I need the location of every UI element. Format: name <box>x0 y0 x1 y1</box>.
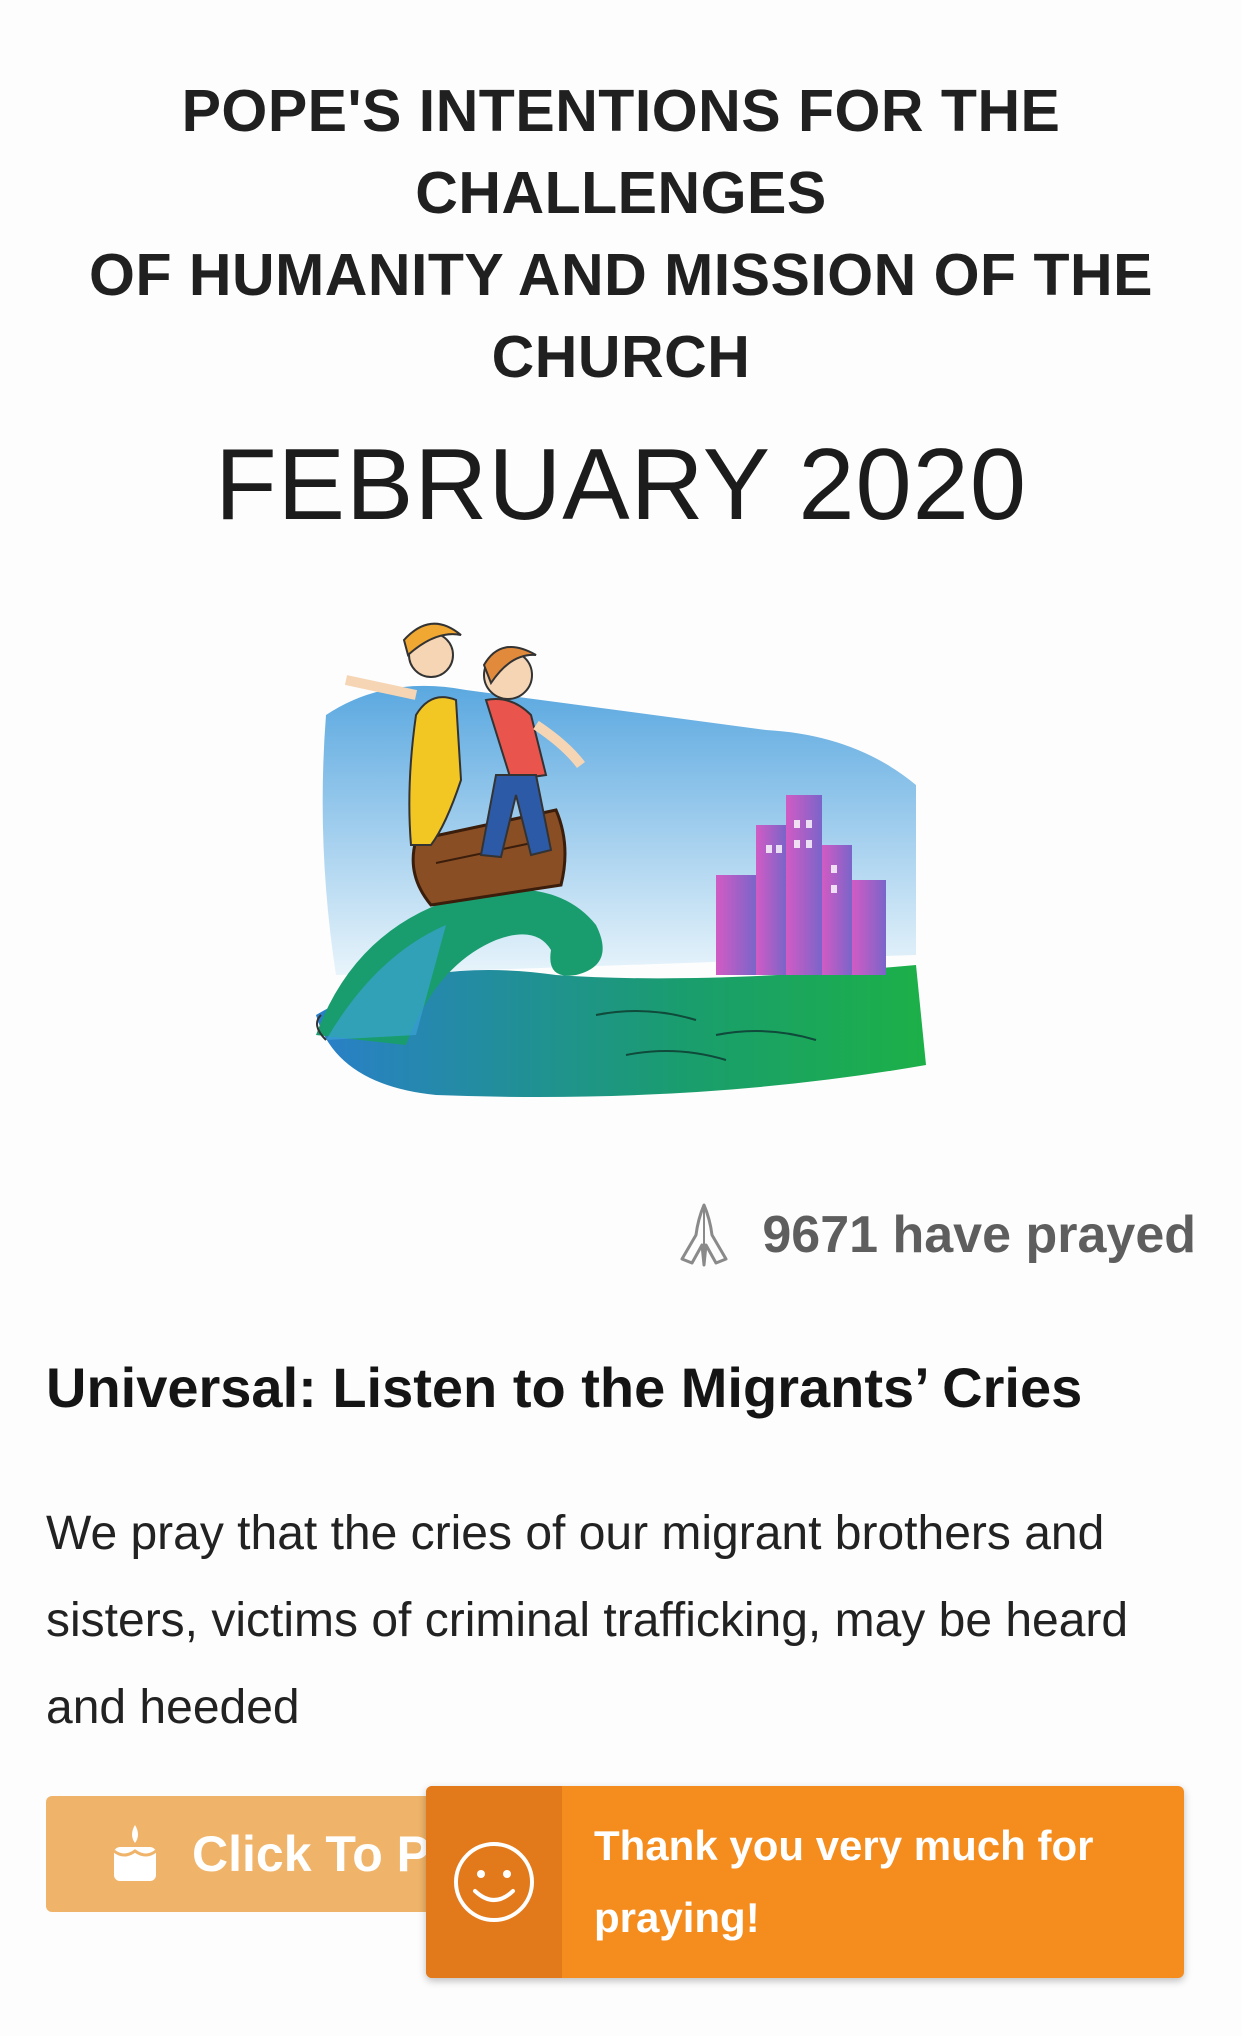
candle-icon <box>113 1825 157 1881</box>
migrants-illustration <box>316 622 926 1097</box>
page-heading: POPE'S INTENTIONS FOR THE CHALLENGES OF … <box>60 70 1182 398</box>
praying-hands-icon <box>680 1203 728 1267</box>
toast-icon-container <box>426 1786 562 1978</box>
month-title: FEBRUARY 2020 <box>214 429 1028 541</box>
prayed-counter: 9671 have prayed <box>668 1200 1196 1270</box>
thank-you-toast[interactable]: Thank you very much for praying! <box>426 1786 1184 1978</box>
intention-title: Universal: Listen to the Migrants’ Cries <box>46 1356 1083 1419</box>
intention-text: We pray that the cries of our migrant br… <box>46 1507 1129 1734</box>
toast-message: Thank you very much for praying! <box>594 1822 1094 1941</box>
smiley-icon <box>454 1842 534 1922</box>
heading-text: POPE'S INTENTIONS FOR THE CHALLENGES OF … <box>89 78 1153 390</box>
prayed-count-text: 9671 have prayed <box>762 1206 1196 1264</box>
